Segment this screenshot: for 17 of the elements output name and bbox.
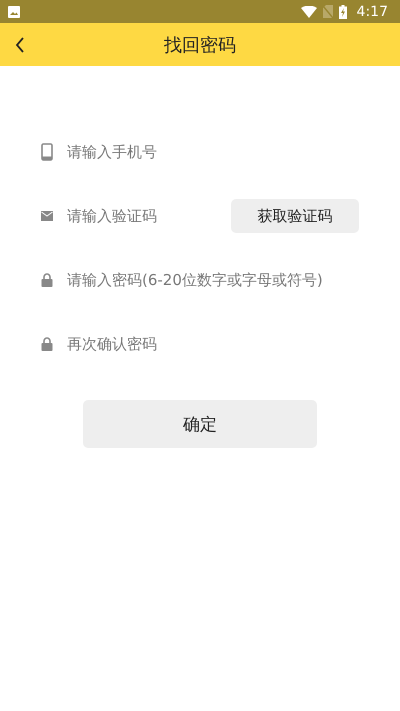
input-field[interactable]: 再次确认密码 — [67, 329, 360, 359]
back-icon[interactable] — [15, 37, 25, 53]
page-title: 找回密码 — [164, 34, 236, 56]
battery-charging-icon — [338, 4, 347, 18]
confirm-button[interactable]: 确定 — [83, 400, 317, 448]
input-field[interactable]: 请输入密码(6-20位数字或字母或符号) — [67, 265, 360, 295]
image-icon — [8, 6, 20, 18]
status-time: 4:17 — [356, 4, 388, 20]
no-sim-icon — [322, 5, 333, 18]
get-code-button[interactable]: 获取验证码 — [231, 199, 359, 233]
input-field[interactable]: 请输入验证码 — [67, 201, 231, 231]
input-field[interactable]: 请输入手机号 — [67, 137, 360, 167]
phone-icon — [40, 143, 54, 161]
wifi-icon — [300, 6, 317, 18]
mail-icon — [40, 211, 54, 221]
lock-icon — [40, 337, 54, 351]
lock-icon — [40, 273, 54, 287]
